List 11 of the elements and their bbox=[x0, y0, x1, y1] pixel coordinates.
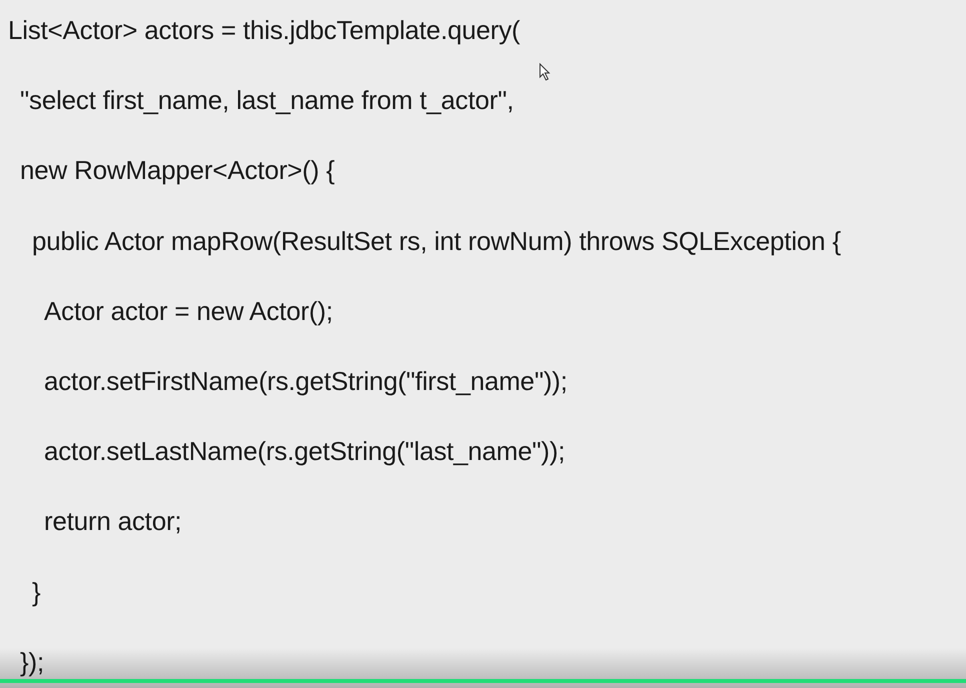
code-line: List<Actor> actors = this.jdbcTemplate.query( bbox=[8, 14, 520, 47]
code-line: return actor; bbox=[44, 505, 182, 538]
code-line: public Actor mapRow(ResultSet rs, int rowNum) throws SQLException { bbox=[32, 224, 841, 258]
code-line: actor.setLastName(rs.getString("last_name")); bbox=[44, 435, 565, 468]
code-line: } bbox=[32, 576, 40, 609]
code-line: actor.setFirstName(rs.getString("first_name")); bbox=[44, 365, 568, 398]
cursor-icon bbox=[539, 63, 551, 81]
code-line: }); bbox=[20, 646, 44, 679]
code-line: "select first_name, last_name from t_actor", bbox=[20, 84, 514, 118]
code-line: new RowMapper<Actor>() { bbox=[20, 154, 335, 188]
code-line: Actor actor = new Actor(); bbox=[44, 294, 333, 328]
